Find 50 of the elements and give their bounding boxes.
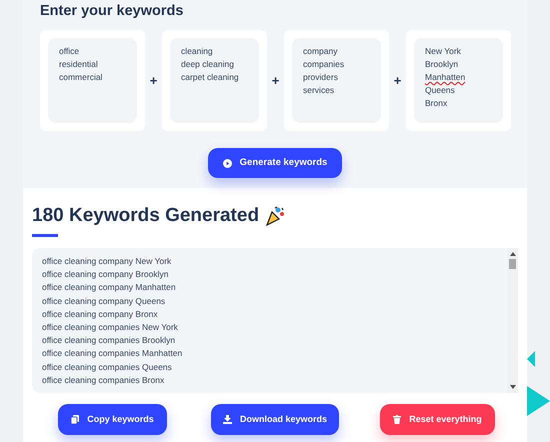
- keyword-line: services: [303, 84, 334, 97]
- generate-keywords-button[interactable]: Generate keywords: [208, 148, 342, 178]
- plus-sign: +: [392, 72, 402, 90]
- keyword-line: Bronx: [425, 97, 448, 110]
- party-popper-icon: [265, 206, 286, 226]
- keyword-line: carpet cleaning: [181, 71, 239, 84]
- keyword-line: residential: [59, 58, 98, 71]
- keyword-line: deep cleaning: [181, 58, 234, 71]
- scroll-down-icon[interactable]: [510, 385, 516, 389]
- plus-sign: +: [148, 72, 158, 90]
- scrollbar-thumb[interactable]: [509, 259, 516, 269]
- keyword-line: Queens: [425, 84, 455, 97]
- keyword-line: office cleaning company New York: [42, 255, 172, 268]
- results-heading: 180 Keywords Generated: [32, 204, 260, 228]
- keyword-line: office cleaning company Manhatten: [42, 281, 177, 294]
- reset-everything-button[interactable]: Reset everything: [380, 404, 495, 435]
- keyword-line: office cleaning companies New York: [42, 321, 179, 334]
- copy-keywords-button[interactable]: Copy keywords: [58, 404, 167, 435]
- keyword-line: office cleaning companies Queens: [42, 360, 173, 374]
- copy-icon: [71, 415, 80, 424]
- keyword-line: providers: [303, 71, 338, 84]
- keyword-input[interactable]: cleaning deep cleaning carpet cleaning: [170, 38, 259, 123]
- keyword-line: Brooklyn: [425, 58, 458, 71]
- keyword-line: office: [59, 45, 80, 58]
- section-title: Enter your keywords: [40, 2, 184, 20]
- triangle-icon: [527, 351, 535, 367]
- keyword-input[interactable]: company companies providers services: [292, 38, 381, 123]
- keyword-line: Manhatten: [425, 71, 466, 84]
- keyword-line: companies: [303, 58, 344, 71]
- keyword-line: office cleaning companies Bronx: [42, 374, 166, 387]
- keyword-line: cleaning: [181, 45, 213, 58]
- download-icon: [222, 415, 232, 424]
- download-keywords-button[interactable]: Download keywords: [211, 404, 339, 435]
- keyword-line: office cleaning company Bronx: [42, 308, 159, 321]
- keyword-input[interactable]: New York Brooklyn Manhatten Queens Bronx: [414, 38, 503, 123]
- keyword-line: commercial: [59, 71, 102, 84]
- keyword-line: office cleaning company Brooklyn: [42, 268, 170, 282]
- keyword-line: company: [303, 45, 338, 58]
- keywords-output[interactable]: [32, 248, 518, 393]
- keyword-line: office cleaning companies Brooklyn: [42, 334, 176, 348]
- keyword-line: New York: [425, 45, 461, 58]
- scroll-up-icon[interactable]: [510, 252, 516, 256]
- scrollbar[interactable]: [507, 248, 518, 393]
- play-icon: [222, 158, 232, 168]
- triangle-icon: [527, 386, 550, 416]
- keyword-line: office cleaning company Queens: [42, 294, 166, 308]
- trash-icon: [393, 415, 402, 424]
- keyword-line: office cleaning companies Manhatten: [42, 347, 184, 360]
- plus-sign: +: [270, 72, 280, 90]
- keyword-input[interactable]: office residential commercial: [48, 38, 137, 123]
